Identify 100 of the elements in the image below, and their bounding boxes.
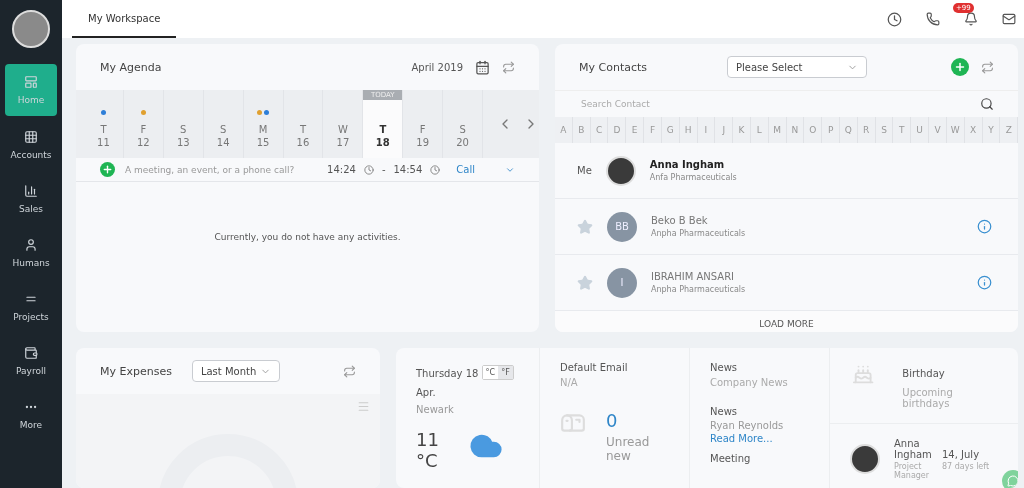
empty-message: Currently, you do not have any activities. xyxy=(214,232,401,242)
contact-name: Beko B Bek xyxy=(651,215,709,226)
star-icon[interactable] xyxy=(577,274,593,291)
news-subtitle: Company News xyxy=(710,377,789,388)
letter-filter[interactable]: R xyxy=(857,117,876,143)
letter-filter[interactable]: X xyxy=(964,117,983,143)
workspace-tab[interactable]: My Workspace xyxy=(72,0,177,38)
refresh-button[interactable] xyxy=(343,364,356,378)
day-number: 14 xyxy=(216,137,230,148)
letter-filter[interactable]: K xyxy=(733,117,751,143)
info-icon[interactable] xyxy=(977,219,992,234)
user-avatar[interactable] xyxy=(12,10,50,48)
letter-filter[interactable]: I xyxy=(697,117,716,143)
letter-filter[interactable]: L xyxy=(750,117,769,143)
plus-icon xyxy=(102,164,113,175)
refresh-button[interactable] xyxy=(502,60,515,74)
period-select[interactable]: Last Month xyxy=(191,360,280,382)
day-cell[interactable]: S 13 xyxy=(163,90,204,158)
contacts-title: My Contacts xyxy=(579,60,648,74)
letter-filter[interactable]: G xyxy=(661,117,680,143)
unit-toggle[interactable]: °C xyxy=(482,366,499,379)
letter-filter[interactable]: S xyxy=(875,117,894,143)
wallet-icon xyxy=(24,346,38,360)
end-time: 14:54 xyxy=(393,164,423,175)
unread-count: 0 xyxy=(606,410,619,431)
sidebar-item[interactable]: More xyxy=(5,390,57,440)
initials-avatar: I xyxy=(607,267,637,298)
filter-select[interactable]: Please Select xyxy=(727,56,868,78)
plus-icon xyxy=(954,61,966,73)
person-name: Anna Ingham xyxy=(894,438,933,460)
letter-filter[interactable]: A xyxy=(555,117,573,143)
unread-caption: Unread new xyxy=(606,435,651,463)
read-more-link[interactable]: Read More... xyxy=(710,433,773,444)
bar-chart-icon xyxy=(24,184,38,198)
letter-filter[interactable]: V xyxy=(929,117,947,143)
letter-filter[interactable]: E xyxy=(626,117,645,143)
calendar-icon[interactable] xyxy=(475,59,490,75)
news-item-title: Meeting xyxy=(710,453,752,464)
letter-filter[interactable]: Y xyxy=(982,117,1001,143)
letter-filter[interactable]: Z xyxy=(1000,117,1018,143)
email-title: Default Email xyxy=(560,362,629,373)
clock-icon[interactable] xyxy=(887,11,902,27)
search-icon[interactable] xyxy=(980,97,994,111)
temperature-value: 11 xyxy=(416,429,439,450)
weather-date: Apr. xyxy=(416,387,436,398)
birthday-title: Birthday xyxy=(902,368,946,379)
day-cell[interactable]: T 16 xyxy=(283,90,324,158)
letter-filter[interactable]: B xyxy=(572,117,591,143)
activity-input[interactable]: A meeting, an event, or a phone call? xyxy=(123,163,320,176)
news-title: News xyxy=(710,362,739,373)
search-field[interactable]: Search Contact xyxy=(579,98,980,110)
letter-filter[interactable]: C xyxy=(590,117,609,143)
day-cell[interactable]: F 12 xyxy=(123,90,164,158)
star-icon[interactable] xyxy=(577,218,593,235)
add-contact-button[interactable] xyxy=(951,58,969,76)
letter-filter[interactable]: P xyxy=(822,117,840,143)
letter-filter[interactable]: W xyxy=(946,117,965,143)
days-left: 87 days left xyxy=(942,462,990,471)
sidebar-item[interactable]: Humans xyxy=(5,228,57,278)
info-icon[interactable] xyxy=(977,275,992,290)
contact-name: Anna Ingham xyxy=(649,159,726,170)
day-cell[interactable]: F 19 xyxy=(403,90,444,158)
month-label: April 2019 xyxy=(411,61,463,73)
letter-filter[interactable]: Q xyxy=(840,117,858,143)
letter-filter[interactable]: U xyxy=(911,117,930,143)
mail-icon[interactable] xyxy=(1002,12,1016,26)
unit-toggle[interactable]: °F xyxy=(498,366,513,379)
bell-icon[interactable] xyxy=(964,12,978,26)
letter-filter[interactable]: N xyxy=(786,117,805,143)
letter-filter[interactable]: F xyxy=(644,117,662,143)
day-number: 18 xyxy=(375,137,390,148)
layout-icon xyxy=(24,75,38,89)
type-select[interactable]: Call xyxy=(456,164,515,175)
me-label: Me xyxy=(577,165,592,176)
weather-date: Thursday 18 xyxy=(416,368,480,379)
day-cell[interactable]: S 14 xyxy=(203,90,244,158)
weekday-letter: T xyxy=(379,124,387,135)
day-cell[interactable]: T 11 xyxy=(84,90,124,158)
refresh-button[interactable] xyxy=(981,60,994,74)
day-cell[interactable]: S 20 xyxy=(443,90,484,158)
day-number: 12 xyxy=(137,137,150,148)
sidebar-item[interactable]: Accounts xyxy=(5,120,57,170)
contact-company: Anfa Pharmaceuticals xyxy=(649,173,738,182)
letter-filter[interactable]: J xyxy=(715,117,734,143)
letter-filter[interactable]: O xyxy=(804,117,823,143)
letter-filter[interactable]: H xyxy=(679,117,698,143)
sidebar-item[interactable]: Sales xyxy=(5,174,57,224)
contact-company: Anpha Pharmaceuticals xyxy=(651,229,747,238)
letter-filter[interactable]: D xyxy=(608,117,627,143)
sidebar-item[interactable]: Payroll xyxy=(5,336,57,386)
letter-filter[interactable]: M xyxy=(768,117,787,143)
sidebar-item[interactable]: Projects xyxy=(5,282,57,332)
day-number: 15 xyxy=(256,137,270,148)
day-cell[interactable]: M 15 xyxy=(243,90,284,158)
sidebar-item[interactable]: Home xyxy=(5,64,57,116)
letter-filter[interactable]: T xyxy=(893,117,912,143)
phone-icon[interactable] xyxy=(926,12,940,26)
contact-company: Anpha Pharmaceuticals xyxy=(651,285,747,294)
day-number: 16 xyxy=(296,137,310,148)
add-button[interactable] xyxy=(100,162,115,177)
